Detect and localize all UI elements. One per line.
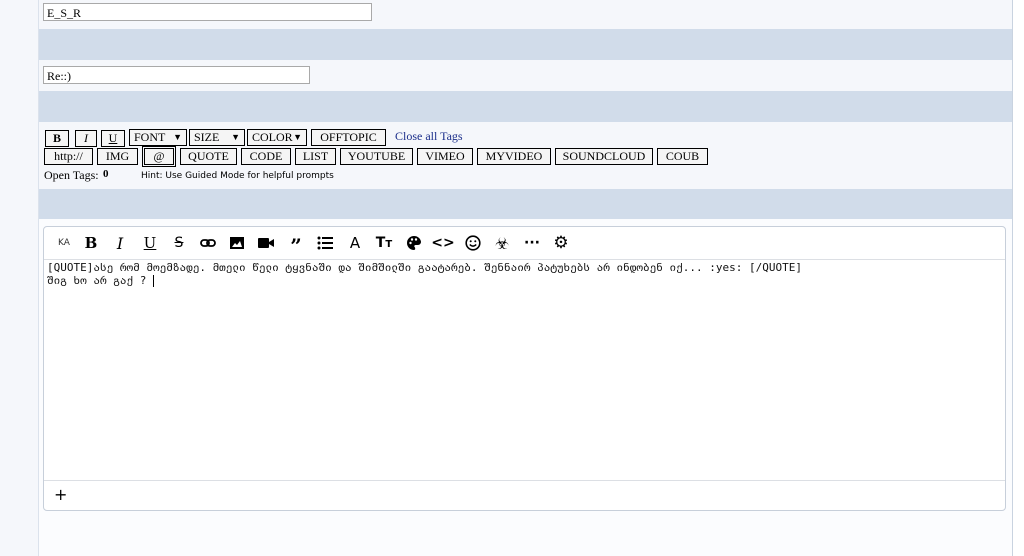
rich-text-editor: KA B I U S ” A TT <> ☣ ··· ⚙ [QUOTE]ასე … <box>43 226 1006 511</box>
settings-icon: ⚙ <box>553 233 569 253</box>
open-tags-label: Open Tags: <box>44 168 99 182</box>
more-icon: ··· <box>524 235 540 251</box>
bb-youtube-button[interactable]: YOUTUBE <box>340 148 413 165</box>
bb-color-select[interactable]: COLOR ▼ <box>247 129 307 146</box>
bb-youtube-label: YOUTUBE <box>347 149 406 163</box>
link-button[interactable] <box>198 233 218 253</box>
username-field[interactable]: E_S_R <box>43 3 372 21</box>
bb-size-select[interactable]: SIZE ▼ <box>189 129 245 146</box>
language-ka-label: KA <box>58 238 70 248</box>
quote-icon: ” <box>290 234 302 258</box>
code-icon: <> <box>431 235 455 251</box>
editor-footer: + <box>44 480 1005 510</box>
strikethrough-button[interactable]: S <box>169 233 189 253</box>
image-icon <box>230 237 244 249</box>
left-column <box>0 0 39 556</box>
language-ka-button[interactable]: KA <box>54 233 74 253</box>
bb-http-button[interactable]: http:// <box>44 148 93 165</box>
editor-line-1: [QUOTE]ასე რომ მოემზადე. მთელი წელი ტყვნ… <box>47 261 802 274</box>
dropdown-arrow-icon: ▼ <box>173 132 182 142</box>
dropdown-arrow-icon: ▼ <box>231 132 240 142</box>
hint-text: Hint: Use Guided Mode for helpful prompt… <box>141 171 334 181</box>
italic-button[interactable]: I <box>110 233 130 253</box>
close-all-tags-link[interactable]: Close all Tags <box>395 129 463 144</box>
code-button[interactable]: <> <box>431 233 455 253</box>
list-icon <box>317 236 333 250</box>
bold-button[interactable]: B <box>81 233 101 253</box>
video-button[interactable] <box>256 233 276 253</box>
bb-list-button[interactable]: LIST <box>295 148 336 165</box>
biohazard-icon: ☣ <box>494 233 510 253</box>
editor-line-2: შიგ ხო არ გაქ ? <box>47 274 997 287</box>
editor-line-2-text: შიგ ხო არ გაქ ? <box>47 274 147 287</box>
subject-value: Re::) <box>47 69 71 83</box>
bb-color-label: COLOR <box>252 130 293 144</box>
smiley-button[interactable] <box>463 233 483 253</box>
video-icon <box>258 238 274 248</box>
bb-font-label: FONT <box>134 130 166 144</box>
bb-font-select[interactable]: FONT ▼ <box>129 129 187 146</box>
bb-offtopic-button[interactable]: OFFTOPIC <box>311 129 386 146</box>
open-tags-count: 0 <box>103 168 109 180</box>
bb-underline-button[interactable]: U <box>101 130 125 147</box>
underline-icon: U <box>143 234 157 252</box>
bb-myvideo-label: MYVIDEO <box>485 149 543 163</box>
bb-bold-label: B <box>52 131 61 145</box>
bb-http-label: http:// <box>54 149 83 163</box>
bb-offtopic-label: OFFTOPIC <box>320 130 377 144</box>
bb-underline-label: U <box>108 131 118 145</box>
text-size-button[interactable]: TT <box>374 233 394 253</box>
color-button[interactable] <box>404 233 424 253</box>
font-icon: A <box>349 234 361 252</box>
bb-size-label: SIZE <box>194 130 220 144</box>
bb-mention-button[interactable]: @ <box>142 146 176 167</box>
dropdown-arrow-icon: ▼ <box>293 132 302 142</box>
bb-soundcloud-label: SOUNDCLOUD <box>562 149 646 163</box>
bb-quote-button[interactable]: QUOTE <box>180 148 237 165</box>
list-button[interactable] <box>315 233 335 253</box>
font-button[interactable]: A <box>345 233 365 253</box>
bold-icon: B <box>84 234 98 252</box>
link-icon <box>200 239 216 247</box>
bb-mention-label: @ <box>153 149 165 163</box>
page-edge <box>1012 0 1024 556</box>
subject-field[interactable]: Re::) <box>43 66 310 84</box>
bb-quote-label: QUOTE <box>188 149 229 163</box>
bb-coub-button[interactable]: COUB <box>657 148 708 165</box>
username-value: E_S_R <box>47 6 82 20</box>
editor-content[interactable]: [QUOTE]ასე რომ მოემზადე. მთელი წელი ტყვნ… <box>47 261 997 287</box>
quote-button[interactable]: ” <box>286 233 306 258</box>
plus-icon[interactable]: + <box>54 485 67 504</box>
more-button[interactable]: ··· <box>522 233 542 253</box>
biohazard-button[interactable]: ☣ <box>492 233 512 253</box>
underline-button[interactable]: U <box>140 233 160 253</box>
bb-img-button[interactable]: IMG <box>97 148 138 165</box>
bb-vimeo-label: VIMEO <box>425 149 465 163</box>
bb-italic-button[interactable]: I <box>75 130 97 147</box>
bb-soundcloud-button[interactable]: SOUNDCLOUD <box>555 148 653 165</box>
bb-code-label: CODE <box>249 149 283 163</box>
bb-img-label: IMG <box>105 149 130 163</box>
text-caret <box>152 275 154 287</box>
bb-code-button[interactable]: CODE <box>241 148 291 165</box>
bb-coub-label: COUB <box>665 149 700 163</box>
bb-bold-button[interactable]: B <box>45 130 69 147</box>
text-size-icon: TT <box>375 235 393 251</box>
italic-icon: I <box>116 233 124 253</box>
image-button[interactable] <box>227 233 247 253</box>
palette-icon <box>407 235 421 250</box>
bb-myvideo-button[interactable]: MYVIDEO <box>477 148 551 165</box>
bb-italic-label: I <box>84 131 88 145</box>
smiley-icon <box>465 235 481 251</box>
editor-toolbar: KA B I U S ” A TT <> ☣ ··· ⚙ <box>44 227 1005 260</box>
strikethrough-icon: S <box>174 235 184 251</box>
bb-list-label: LIST <box>302 149 329 163</box>
settings-button[interactable]: ⚙ <box>551 233 571 253</box>
bb-vimeo-button[interactable]: VIMEO <box>417 148 473 165</box>
